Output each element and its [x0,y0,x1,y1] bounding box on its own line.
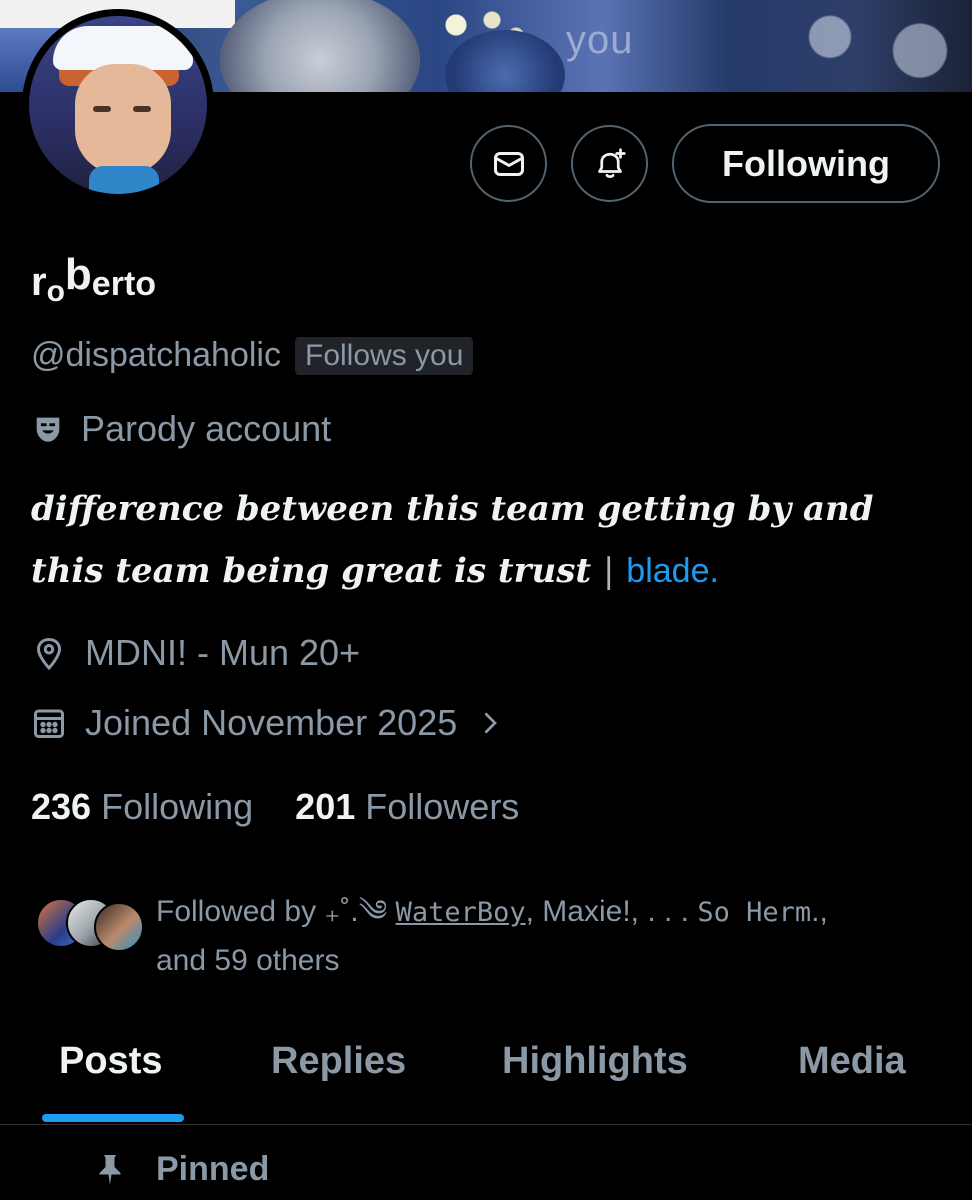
bell-plus-icon [597,147,626,178]
name-part: erto [91,265,157,303]
joined-row[interactable]: Joined November 2025 [31,702,505,744]
profile-handle: @dispatchaholic [31,336,281,374]
mutual-avatar [94,902,144,952]
followed-by-middle: , Maxie!, . . . [525,895,698,928]
envelope-icon [493,151,524,176]
message-button[interactable] [470,125,547,202]
display-name: roberto [31,250,157,308]
mutual-user-3[interactable]: So Herm [697,897,811,928]
followers-stat[interactable]: 201 Followers [295,786,519,828]
profile-tabs: Posts Replies Highlights Media [0,1040,972,1124]
avatar-eye-right [133,106,151,112]
following-label: Following [101,786,254,827]
follows-you-badge: Follows you [295,336,474,375]
following-count: 236 [31,786,92,827]
parody-account-label: Parody account [81,408,332,449]
followers-count: 201 [295,786,356,827]
notifications-button[interactable] [571,125,648,202]
location-row: MDNI! - Mun 20+ [31,632,360,674]
following-button[interactable]: Following [672,124,940,203]
pin-icon [99,1154,121,1185]
handle-row: @dispatchaholic Follows you [31,336,474,375]
mutual-user-1[interactable]: WaterBoy [396,897,526,928]
profile-bio: difference between this team getting by … [31,478,931,602]
profile-avatar[interactable] [22,9,214,201]
tab-posts[interactable]: Posts [59,1040,162,1083]
parody-label-row: Parody account [31,408,331,450]
followers-label: Followers [365,786,520,827]
name-part: o [46,275,65,308]
tabs-divider [0,1124,972,1125]
following-stat[interactable]: 236 Following [31,786,253,828]
calendar-icon [34,709,64,738]
name-part: r [31,260,47,304]
tab-highlights[interactable]: Highlights [502,1040,688,1083]
avatar-collar [89,166,159,194]
name-part: b [64,250,92,299]
bio-separator: | [602,551,615,591]
location-pin-icon [36,637,62,671]
mutual-avatars [36,888,144,968]
tab-replies[interactable]: Replies [271,1040,406,1083]
followed-by-text: Followed by ₊˚.༄ WaterBoy, Maxie!, . . .… [156,888,876,985]
tab-media[interactable]: Media [798,1040,906,1083]
theater-mask-icon [36,417,60,442]
avatar-eye-left [93,106,111,112]
profile-stats: 236 Following 201 Followers [31,786,519,828]
active-tab-indicator [42,1114,184,1122]
banner-word: you [566,18,634,62]
bio-link[interactable]: blade. [626,552,719,590]
pinned-label: Pinned [156,1150,270,1188]
followed-by-symbols: ₊˚.༄ [324,895,396,928]
banner-swirl [220,0,420,92]
location-text: MDNI! - Mun 20+ [85,632,361,673]
joined-text: Joined November 2025 [85,702,458,743]
pinned-post-header: Pinned [92,1150,269,1189]
followed-by-prefix: Followed by [156,895,325,928]
avatar-image [29,16,207,194]
banner-shell [770,0,970,92]
followed-by-row[interactable]: Followed by ₊˚.༄ WaterBoy, Maxie!, . . .… [36,888,876,985]
bio-text: difference between this team getting by … [31,489,874,591]
avatar-face [75,64,171,174]
chevron-right-icon [485,712,498,734]
